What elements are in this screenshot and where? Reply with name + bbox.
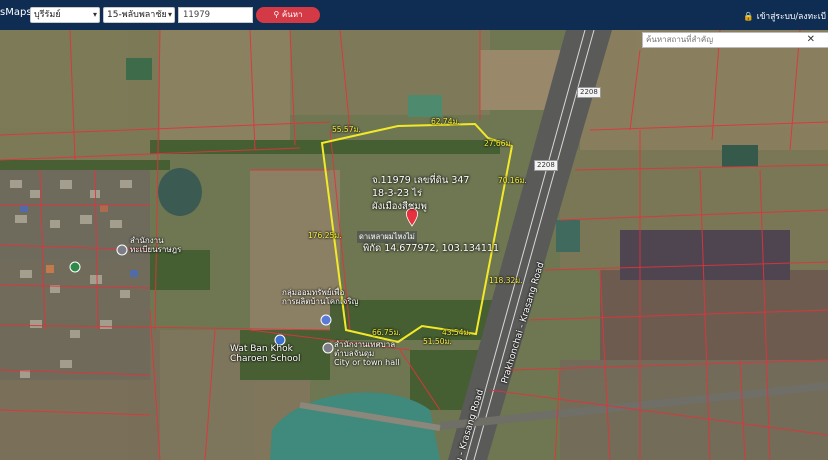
- park-poi-icon: [69, 261, 81, 273]
- search-button-label: ค้นหา: [281, 10, 303, 19]
- map-canvas[interactable]: ค้นหาสถานที่สำคัญ ✕ 55.57ม. 62.74ม. 27.6…: [0, 30, 828, 460]
- dimension-label: 27.66ม.: [484, 139, 513, 148]
- community-poi-icon: [320, 314, 332, 326]
- dimension-label: 62.74ม.: [431, 117, 460, 126]
- parcel-info-line1: จ.11979 เลขที่ดิน 347: [372, 175, 470, 186]
- parcel-info-line3: ผังเมืองสีชมพู: [372, 201, 427, 212]
- place-search-input[interactable]: ค้นหาสถานที่สำคัญ ✕: [642, 32, 828, 48]
- clear-icon[interactable]: ✕: [807, 33, 815, 47]
- login-label: เข้าสู่ระบบ/ลงทะเบี: [756, 12, 826, 22]
- place-search-placeholder: ค้นหาสถานที่สำคัญ: [646, 35, 714, 44]
- poi-label[interactable]: กลุ่มออมทรัพย์เพื่อ การผลิตบ้านโคกเจริญ: [282, 288, 358, 306]
- chevron-down-icon: ▾: [92, 10, 97, 19]
- province-select-value: บุรีรัมย์: [34, 10, 61, 20]
- province-select[interactable]: บุรีรัมย์ ▾: [30, 7, 100, 23]
- village-buildings: [0, 170, 150, 380]
- road-shield: 2208: [577, 87, 601, 98]
- parcel-number-input[interactable]: 11979: [178, 7, 253, 23]
- dimension-label: 118.32ม.: [489, 276, 523, 285]
- district-select[interactable]: 15-พลับพลาชัย ▾: [103, 7, 175, 23]
- login-link[interactable]: 🔒 เข้าสู่ระบบ/ลงทะเบี: [743, 9, 826, 23]
- dimension-label: 55.57ม.: [332, 125, 361, 134]
- brand-logo: sMaps: [0, 7, 32, 18]
- road-shield: 2208: [534, 160, 558, 171]
- top-bar: sMaps บุรีรัมย์ ▾ 15-พลับพลาชัย ▾ 11979 …: [0, 0, 828, 30]
- city-hall-label[interactable]: สำนักงานเทศบาล ตำบลจันดุม City or town h…: [334, 340, 400, 367]
- parcel-info-line2: 18-3-23 ไร่: [372, 188, 422, 199]
- parcel-coordinates: พิกัด 14.677972, 103.134111: [363, 243, 500, 254]
- poi-label[interactable]: สำนักงาน ทะเบียนราษฎร: [130, 236, 181, 254]
- building-poi-icon: [116, 244, 128, 256]
- dimension-label: 66.75ม.: [372, 328, 401, 337]
- dimension-label: 176.25ม.: [308, 231, 342, 240]
- search-icon: ⚲: [273, 10, 280, 19]
- district-select-value: 15-พลับพลาชัย: [107, 10, 167, 20]
- chevron-down-icon: ▾: [167, 10, 172, 19]
- dimension-label: 51.50ม.: [423, 337, 452, 346]
- school-label[interactable]: Wat Ban Khok Charoen School: [230, 344, 301, 364]
- dimension-label: 70.16ม.: [498, 176, 527, 185]
- search-button[interactable]: ⚲ ค้นหา: [256, 7, 320, 23]
- lock-icon: 🔒: [743, 12, 754, 22]
- marker-label: ดาเหลาผมไหงไม่: [357, 231, 417, 243]
- city-hall-poi-icon: [322, 342, 334, 354]
